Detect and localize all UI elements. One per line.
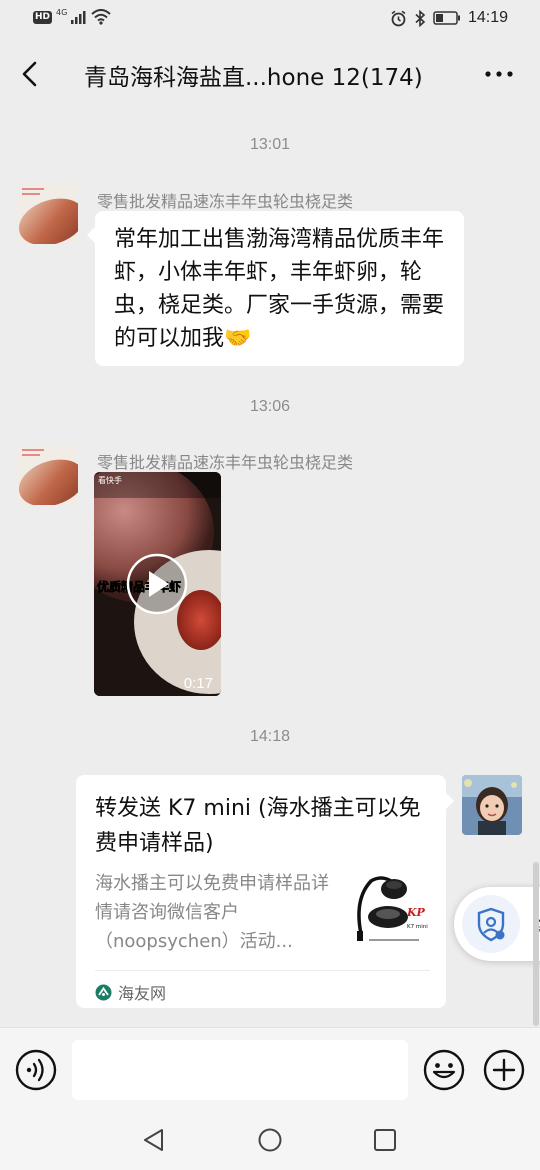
link-card-thumb-model: K7 mini	[407, 924, 428, 930]
video-thumbnail-image: 看快手 优质精品丰年虾	[94, 472, 221, 696]
square-recents-icon[interactable]	[372, 1127, 398, 1153]
floating-widget[interactable]: 隐	[454, 887, 540, 961]
chevron-left-icon[interactable]	[16, 58, 46, 90]
bluetooth-icon	[415, 9, 426, 27]
link-card-description: 海水播主可以免费申请样品详情请咨询微信客户（noopsychen）活动...	[95, 873, 329, 952]
message-timestamp: 13:06	[249, 398, 291, 415]
link-card[interactable]: 转发送 K7 mini (海水播主可以免费申请样品) 海水播主可以免费申请样品详…	[76, 775, 454, 1008]
link-card-thumb-brand: KP	[406, 906, 426, 919]
avatar[interactable]	[18, 184, 78, 244]
link-card-thumbnail: KP K7 mini	[351, 869, 431, 949]
video-logo-text: 看快手	[98, 475, 122, 485]
message-timestamp: 13:01	[249, 136, 291, 153]
scrollbar-thumb[interactable]	[533, 862, 539, 1026]
shield-person-icon	[477, 907, 505, 942]
link-card-source-label: 海友网	[118, 984, 167, 1003]
message-text: 常年加工出售渤海湾精品优质丰年虾，小体丰年虾，丰年虾卵，轮虫，桡足类。厂家一手货…	[114, 227, 445, 351]
link-card-divider	[95, 970, 430, 971]
message-bubble[interactable]: 常年加工出售渤海湾精品优质丰年虾，小体丰年虾，丰年虾卵，轮虫，桡足类。厂家一手货…	[87, 211, 464, 366]
voice-icon[interactable]	[15, 1049, 57, 1091]
message-timestamp: 14:18	[249, 728, 291, 745]
source-logo-icon	[95, 984, 112, 1000]
video-duration: 0:17	[183, 675, 213, 692]
ellipsis-icon[interactable]	[484, 64, 514, 84]
message-input[interactable]	[72, 1040, 408, 1100]
chat-title: 青岛海科海盐直...hone 12(174)	[84, 65, 423, 91]
status-bar: HD 4G 14:19	[0, 0, 540, 38]
status-right-group: 14:19	[390, 9, 508, 27]
network-type-label: 4G	[56, 7, 68, 17]
wifi-icon	[91, 9, 111, 25]
status-left-group: HD 4G	[33, 7, 111, 25]
chat-header: 青岛海科海盐直...hone 12(174)	[0, 44, 540, 104]
hd-badge: HD	[33, 10, 53, 24]
link-card-title: 转发送 K7 mini (海水播主可以免费申请样品)	[95, 796, 421, 856]
status-time: 14:19	[467, 9, 508, 26]
avatar-shrimp-image	[18, 445, 78, 505]
avatar-shrimp-image	[18, 184, 78, 244]
triangle-back-icon[interactable]	[141, 1127, 167, 1153]
alarm-icon	[391, 10, 406, 26]
my-avatar[interactable]	[462, 775, 522, 835]
cell-signal-icon	[71, 11, 86, 24]
video-message[interactable]: 看快手 优质精品丰年虾 0:17	[94, 472, 221, 696]
floating-widget-icon-bg	[462, 895, 520, 953]
system-navigation-bar	[0, 1113, 540, 1170]
emoji-icon[interactable]	[423, 1049, 465, 1091]
sender-name: 零售批发精品速冻丰年虫轮虫桡足类	[97, 453, 354, 472]
circle-home-icon[interactable]	[257, 1127, 283, 1153]
plus-icon[interactable]	[483, 1049, 525, 1091]
avatar-girl-image	[462, 775, 522, 835]
input-bar	[0, 1027, 540, 1113]
battery-icon	[433, 11, 460, 25]
link-card-source: 海友网	[95, 980, 166, 1004]
sender-name: 零售批发精品速冻丰年虫轮虫桡足类	[97, 192, 354, 211]
avatar[interactable]	[18, 445, 78, 505]
